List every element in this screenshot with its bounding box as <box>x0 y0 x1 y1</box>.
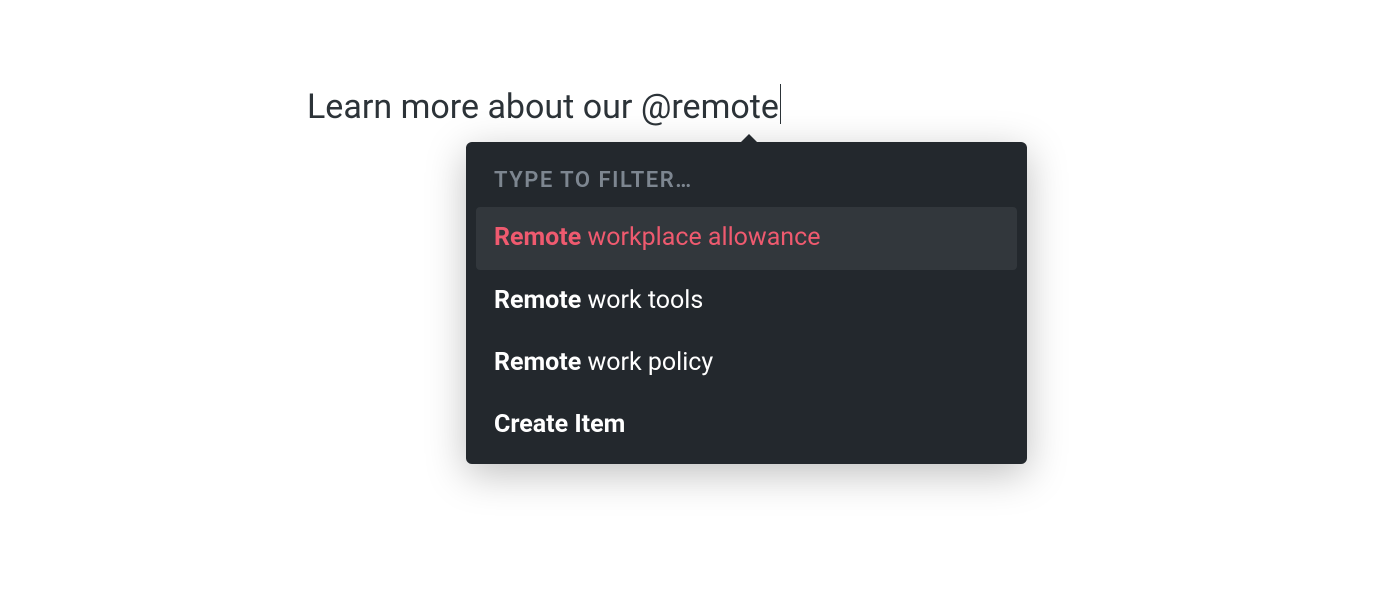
mention-suggestion-dropdown: TYPE TO FILTER… Remote workplace allowan… <box>466 142 1027 464</box>
editor-text-before: Learn more about our <box>307 87 641 127</box>
editor-input-line[interactable]: Learn more about our @remote <box>307 78 781 127</box>
suggestion-rest-text: work tools <box>581 286 703 315</box>
suggestion-match-text: Remote <box>494 286 581 315</box>
suggestion-item[interactable]: Remote work tools <box>476 270 1017 333</box>
create-item-button[interactable]: Create Item <box>476 395 1017 454</box>
suggestion-item[interactable]: Remote work policy <box>476 332 1017 395</box>
dropdown-arrow-icon <box>739 134 759 144</box>
suggestion-rest-text: workplace allowance <box>581 223 820 252</box>
suggestion-rest-text: work policy <box>581 348 713 377</box>
text-cursor <box>780 84 782 124</box>
suggestion-match-text: Remote <box>494 223 581 252</box>
filter-hint-label: TYPE TO FILTER… <box>476 152 1017 207</box>
suggestion-item[interactable]: Remote workplace allowance <box>476 207 1017 270</box>
suggestion-match-text: Remote <box>494 348 581 377</box>
editor-mention-text: @remote <box>641 87 779 127</box>
